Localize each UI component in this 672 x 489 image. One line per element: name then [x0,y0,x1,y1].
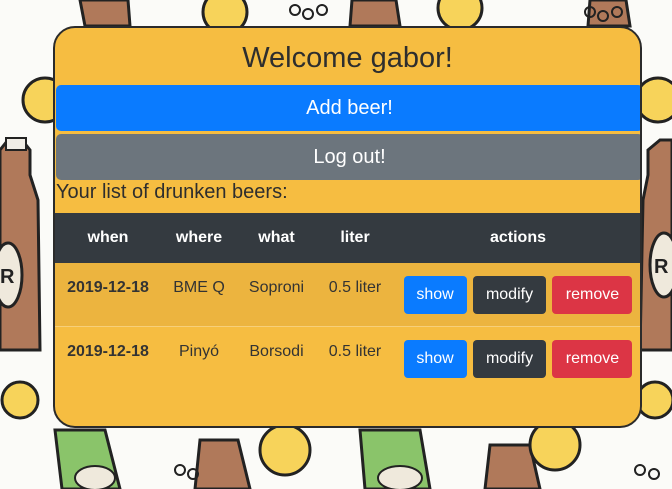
beer-bottle-icon: R [638,138,672,352]
cell-what: Soproni [248,279,305,296]
cell-liter: 0.5 liter [328,342,382,360]
show-button[interactable]: show [403,276,467,314]
cell-when: 2019-12-18 [67,279,149,296]
beer-table: when where what liter actions 2019-12-18… [55,213,640,389]
beer-list-title: Your list of drunken beers: [56,181,288,203]
cell-actions: show modify remove [394,326,640,389]
column-header-when: when [87,229,129,246]
show-button[interactable]: show [403,339,467,378]
add-beer-button[interactable]: Add beer! [56,85,640,131]
svg-text:R: R [654,256,669,278]
column-header-what: what [258,229,295,246]
beer-bottle-icon: R [0,137,42,352]
cell-what: Borsodi [249,342,304,360]
svg-text:R: R [0,266,15,288]
beer-bottle-icon [78,0,632,28]
column-header-actions: actions [489,229,546,246]
cell-where: BME Q [173,279,225,296]
cell-actions: show modify remove [394,263,640,326]
logout-button[interactable]: Log out! [56,134,640,180]
cell-where: Pinyó [178,342,220,360]
table-row: 2019-12-18 BME Q Soproni 0.5 liter show … [55,263,640,326]
cell-when: 2019-12-18 [67,342,149,360]
column-header-where: where [175,229,223,246]
remove-button[interactable]: remove [552,339,633,378]
cell-liter: 0.5 liter [328,279,382,296]
column-header-liter: liter [340,229,370,246]
main-card: Welcome gabor! Add beer! Log out! Your l… [53,26,642,428]
table-header-row: when where what liter actions [55,213,640,263]
table-row: 2019-12-18 Pinyó Borsodi 0.5 liter show … [55,326,640,389]
modify-button[interactable]: modify [473,276,546,314]
remove-button[interactable]: remove [552,276,633,314]
welcome-title: Welcome gabor! [242,42,453,74]
modify-button[interactable]: modify [473,339,546,378]
